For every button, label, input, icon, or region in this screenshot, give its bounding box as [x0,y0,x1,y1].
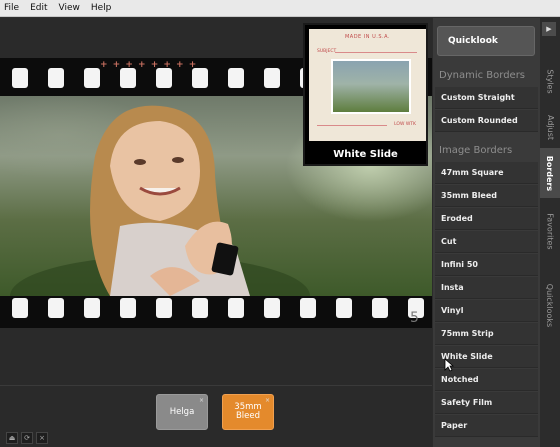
tab-favorites[interactable]: Favorites [540,206,560,256]
border-item-insta[interactable]: Insta [435,277,538,299]
tray-card-35mm-bleed[interactable]: × 35mm Bleed [222,394,274,430]
menu-bar: File Edit View Help [0,0,560,17]
menu-help[interactable]: Help [91,3,112,13]
menu-edit[interactable]: Edit [30,3,47,13]
tab-label: Adjust [545,114,555,140]
quicklook-caption: White Slide [333,149,398,160]
triangle-right-icon[interactable]: ▶ [542,22,556,36]
border-item-eroded[interactable]: Eroded [435,208,538,230]
slide-subject-label: SUBJECT [317,49,337,54]
white-slide-thumbnail: MADE IN U.S.A. SUBJECT LOW WTK [309,29,426,141]
close-icon[interactable]: × [199,396,204,405]
power-icon[interactable]: ⟳ [21,432,33,444]
menu-view[interactable]: View [59,3,80,13]
borders-panel: Quicklook Dynamic Borders Custom Straigh… [432,18,540,447]
dynamic-borders-heading: Dynamic Borders [439,70,526,81]
tab-styles[interactable]: Styles [540,56,560,106]
tab-label: Favorites [545,212,555,250]
film-edge-marks: + + + + + + + + [100,60,198,70]
border-item-47mm-square[interactable]: 47mm Square [435,162,538,184]
border-item-75mm-strip[interactable]: 75mm Strip [435,323,538,345]
slide-line [317,125,387,126]
tab-quicklooks[interactable]: Quicklooks [540,273,560,337]
tray-card-helga[interactable]: × Helga [156,394,208,430]
border-item-infini-50[interactable]: Infini 50 [435,254,538,276]
border-item-paper[interactable]: Paper [435,415,538,437]
clear-icon[interactable]: × [36,432,48,444]
mouse-cursor-icon [444,358,454,372]
slide-line [335,52,417,53]
slide-window [331,59,411,114]
tray-card-label: Helga [169,406,195,417]
tray-toolbar: ⏏ ⟳ × [6,432,48,444]
border-item-vinyl[interactable]: Vinyl [435,300,538,322]
border-item-safety-film[interactable]: Safety Film [435,392,538,414]
quicklook-preview: MADE IN U.S.A. SUBJECT LOW WTK White Sli… [303,23,428,166]
frame-number: 5 [410,310,419,326]
border-item-35mm-bleed[interactable]: 35mm Bleed [435,185,538,207]
menu-file[interactable]: File [4,3,19,13]
sprocket-row-bottom [0,298,432,320]
tray-card-label: 35mm Bleed [234,402,262,421]
history-tray: × Helga × 35mm Bleed ⏏ ⟳ × [0,385,432,447]
close-icon[interactable]: × [265,396,270,405]
tab-label: Borders [545,155,555,191]
tab-adjust[interactable]: Adjust [540,102,560,152]
image-borders-heading: Image Borders [439,145,513,156]
border-item-custom-straight[interactable]: Custom Straight [435,87,538,109]
border-item-custom-rounded[interactable]: Custom Rounded [435,110,538,132]
tab-label: Styles [545,68,555,94]
tab-label: Quicklooks [545,283,555,327]
border-item-notched[interactable]: Notched [435,369,538,391]
slide-made-label: MADE IN U.S.A. [344,34,391,40]
quicklook-button[interactable]: Quicklook [437,26,535,56]
slide-low-label: LOW WTK [394,122,416,127]
eject-icon[interactable]: ⏏ [6,432,18,444]
border-item-cut[interactable]: Cut [435,231,538,253]
tab-borders[interactable]: Borders [540,148,560,198]
vertical-tab-strip: Styles Adjust Borders Favorites Quickloo… [540,18,560,447]
